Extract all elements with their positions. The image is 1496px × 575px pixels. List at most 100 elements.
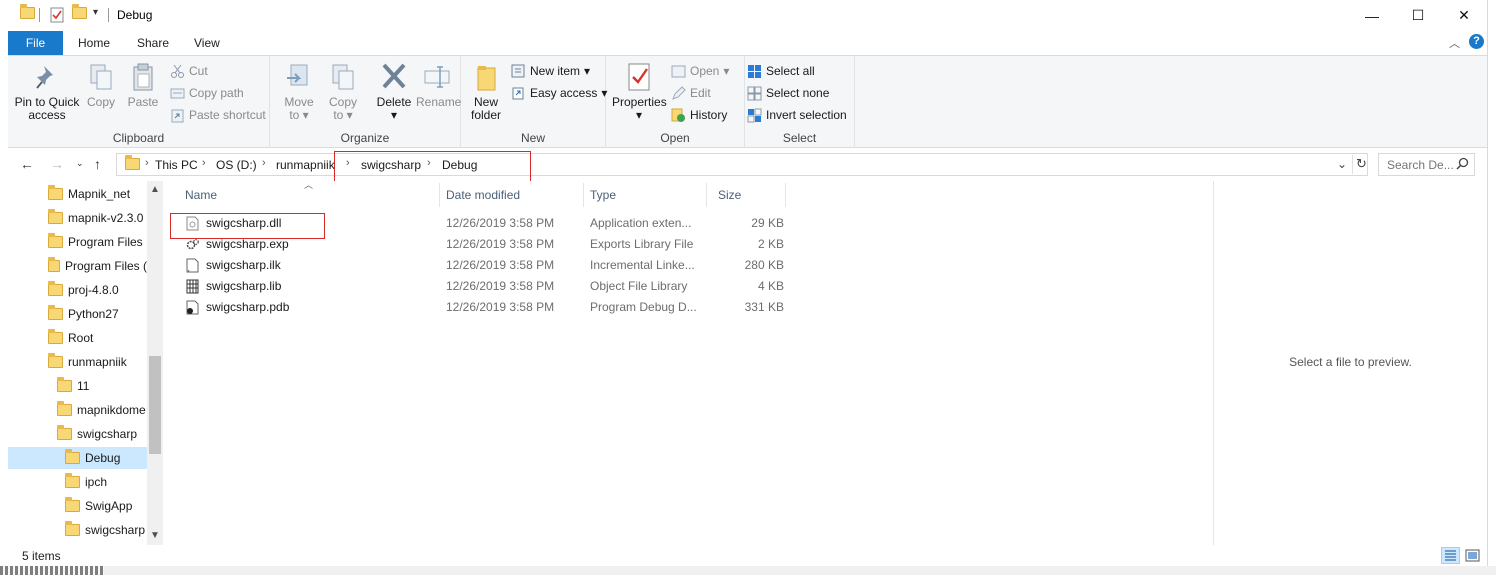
easy-access-button[interactable]: Easy access ▾ <box>511 83 607 103</box>
column-header-name[interactable]: Name <box>185 188 217 202</box>
column-divider[interactable] <box>439 183 440 207</box>
breadcrumb-separator-icon[interactable]: › <box>262 157 266 169</box>
scroll-down-arrow-icon[interactable]: ▼ <box>147 530 163 541</box>
breadcrumb-runmapniik[interactable]: runmapniik <box>276 158 335 172</box>
toolbar-divider <box>108 8 109 22</box>
nav-item-root[interactable]: Root <box>48 327 147 349</box>
nav-item-proj[interactable]: proj-4.8.0 <box>48 279 147 301</box>
navigation-pane: Mapnik_net mapnik-v2.3.0 Program Files P… <box>8 181 163 545</box>
maximize-button[interactable]: ☐ <box>1395 0 1441 31</box>
open-button[interactable]: Open ▾ <box>671 61 729 81</box>
preview-placeholder: Select a file to preview. <box>1289 355 1412 369</box>
edit-button[interactable]: Edit <box>671 83 711 103</box>
column-header-date-modified[interactable]: Date modified <box>446 188 520 202</box>
new-item-button[interactable]: New item ▾ <box>511 61 590 81</box>
paste-button[interactable]: Paste <box>126 62 160 109</box>
tab-file[interactable]: File <box>8 31 63 55</box>
search-input[interactable] <box>1379 154 1459 175</box>
new-folder-quick-icon[interactable] <box>72 4 87 25</box>
table-row[interactable]: swigcsharp.ilk 12/26/2019 3:58 PM Increm… <box>163 255 793 276</box>
refresh-icon[interactable]: ↻ <box>1356 156 1367 172</box>
properties-button[interactable]: Properties ▾ <box>612 62 667 122</box>
move-to-button[interactable]: Move to ▾ <box>282 62 316 122</box>
scroll-up-arrow-icon[interactable]: ▲ <box>147 184 163 195</box>
tab-view[interactable]: View <box>194 36 220 50</box>
copy-icon <box>90 64 112 90</box>
folder-icon <box>65 449 80 464</box>
large-icons-view-icon <box>1465 549 1480 562</box>
taskbar-fragment <box>0 566 104 575</box>
pin-to-quick-access-button[interactable]: Pin to Quick access <box>14 62 80 122</box>
close-button[interactable]: ✕ <box>1441 0 1487 31</box>
history-icon <box>671 108 686 123</box>
properties-quick-icon[interactable] <box>50 7 64 25</box>
search-box <box>1378 153 1475 176</box>
table-row[interactable]: swigcsharp.pdb 12/26/2019 3:58 PM Progra… <box>163 297 793 318</box>
nav-item-swigcsharp[interactable]: swigcsharp <box>57 423 147 445</box>
select-none-icon <box>747 86 762 101</box>
folder-icon <box>57 377 72 392</box>
select-none-button[interactable]: Select none <box>747 83 829 103</box>
large-icons-view-button[interactable] <box>1463 547 1482 564</box>
nav-item-11[interactable]: 11 <box>57 375 147 397</box>
file-date: 12/26/2019 3:58 PM <box>446 216 555 230</box>
chevron-down-icon[interactable]: ▾ <box>93 7 98 25</box>
help-icon[interactable]: ? <box>1469 34 1484 49</box>
cut-button[interactable]: Cut <box>170 61 208 81</box>
nav-scrollbar-thumb[interactable] <box>149 356 161 454</box>
back-arrow-icon[interactable]: ← <box>20 156 34 172</box>
select-all-button[interactable]: Select all <box>747 61 815 81</box>
nav-scrollbar[interactable]: ▲ ▼ <box>147 181 163 545</box>
up-arrow-icon[interactable]: ↑ <box>94 156 101 172</box>
copy-path-label: Copy path <box>189 86 244 100</box>
nav-item-mapnik-v2[interactable]: mapnik-v2.3.0 <box>48 207 147 229</box>
file-name: swigcsharp.lib <box>206 279 282 293</box>
search-icon[interactable] <box>1456 157 1469 173</box>
tab-home[interactable]: Home <box>78 36 110 50</box>
column-divider[interactable] <box>706 183 707 207</box>
nav-item-mapnik-net[interactable]: Mapnik_net <box>48 183 147 205</box>
nav-item-swigapp[interactable]: SwigApp <box>65 495 147 517</box>
delete-button[interactable]: Delete ▾ <box>374 62 414 122</box>
nav-item-python27[interactable]: Python27 <box>48 303 147 325</box>
folder-icon <box>65 473 80 488</box>
select-group: Select all Select none Invert selection … <box>745 56 855 148</box>
collapse-ribbon-icon[interactable]: ︿ <box>1449 35 1460 51</box>
tab-share[interactable]: Share <box>137 36 169 50</box>
column-divider[interactable] <box>785 183 786 207</box>
address-bar[interactable]: › This PC › OS (D:) › runmapniik › swigc… <box>116 153 1368 176</box>
table-row[interactable]: swigcsharp.lib 12/26/2019 3:58 PM Object… <box>163 276 793 297</box>
nav-item-runmapniik[interactable]: runmapniik <box>48 351 147 373</box>
nav-item-mapnikdome[interactable]: mapnikdome <box>57 399 147 421</box>
breadcrumb-separator-icon[interactable]: › <box>202 157 206 169</box>
column-divider[interactable] <box>583 183 584 207</box>
minimize-button[interactable]: — <box>1349 0 1395 31</box>
recent-locations-chevron-icon[interactable]: ⌄ <box>76 158 84 169</box>
copy-label: Copy <box>86 95 115 109</box>
address-history-chevron-icon[interactable]: ⌄ <box>1337 157 1347 171</box>
invert-selection-button[interactable]: Invert selection <box>747 105 847 125</box>
folder-icon <box>48 257 60 272</box>
history-button[interactable]: History <box>671 105 727 125</box>
copy-to-button[interactable]: Copy to ▾ <box>326 62 360 122</box>
details-view-button[interactable] <box>1441 547 1460 564</box>
nav-item-program-files[interactable]: Program Files <box>48 231 147 253</box>
new-folder-button[interactable]: New folder <box>467 62 505 122</box>
column-header-type[interactable]: Type <box>590 188 616 202</box>
forward-arrow-icon[interactable]: → <box>50 156 64 172</box>
nav-item-program-files-x86[interactable]: Program Files ( <box>48 255 147 277</box>
column-header-size[interactable]: Size <box>718 188 741 202</box>
copy-button[interactable]: Copy <box>86 62 116 109</box>
breadcrumb-drive[interactable]: OS (D:) <box>216 158 257 172</box>
file-name: swigcsharp.ilk <box>206 258 281 272</box>
breadcrumb-this-pc[interactable]: This PC <box>155 158 198 172</box>
rename-button[interactable]: Rename <box>416 62 461 109</box>
copy-path-button[interactable]: Copy path <box>170 83 244 103</box>
nav-item-swigcsharp-sub[interactable]: swigcsharp <box>65 519 147 541</box>
nav-item-debug[interactable]: Debug <box>8 447 147 469</box>
new-item-label: New item <box>530 64 581 78</box>
breadcrumb-separator-icon[interactable]: › <box>145 157 149 169</box>
paste-shortcut-button[interactable]: Paste shortcut <box>170 105 266 125</box>
nav-item-ipch[interactable]: ipch <box>65 471 147 493</box>
new-folder-label-line2: folder <box>470 108 502 122</box>
